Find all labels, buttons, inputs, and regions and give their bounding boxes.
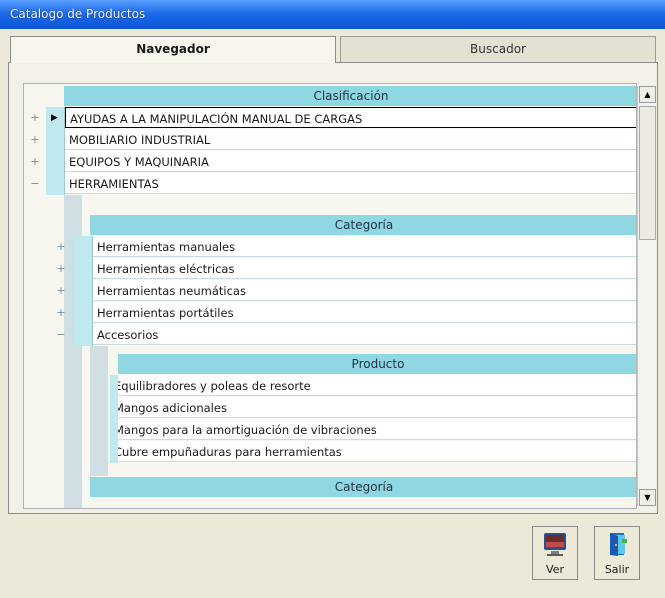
row-indicator <box>46 151 65 173</box>
level1-label: HERRAMIENTAS <box>65 173 636 194</box>
exit-door-icon <box>610 533 627 556</box>
vertical-scrollbar[interactable]: ▲ ▼ <box>637 86 656 506</box>
navigator-panel: Clasificación + ▶ AYUDAS A LA MANIPULACI… <box>8 62 658 514</box>
level2-label: Herramientas eléctricas <box>93 258 636 279</box>
row-indicator <box>74 324 93 346</box>
monitor-icon <box>544 533 566 556</box>
tab-buscador[interactable]: Buscador <box>340 36 656 62</box>
scroll-up-arrow-icon[interactable]: ▲ <box>639 86 656 103</box>
row-indicator <box>46 173 65 195</box>
level1-row[interactable]: + ▶ AYUDAS A LA MANIPULACIÓN MANUAL DE C… <box>24 107 636 129</box>
expand-icon[interactable]: + <box>54 302 68 324</box>
title-bar[interactable]: Catalogo de Productos <box>0 0 665 29</box>
level3-label: Equilibradores y poleas de resorte <box>110 375 636 396</box>
row-indicator <box>74 280 93 302</box>
expand-icon[interactable]: + <box>54 258 68 280</box>
expand-icon[interactable]: + <box>28 107 42 129</box>
catalog-window: Catalogo de Productos Navegador Buscador… <box>0 0 665 598</box>
level3-label: Mangos adicionales <box>110 397 636 418</box>
row-indicator <box>74 236 93 258</box>
expand-icon[interactable]: + <box>54 236 68 258</box>
level2-label: Herramientas manuales <box>93 236 636 257</box>
tab-strip: Navegador Buscador <box>10 36 656 63</box>
row-indicator <box>46 129 65 151</box>
exit-button[interactable]: Salir <box>594 526 640 580</box>
column-header-categoria[interactable]: Categoría <box>90 215 636 235</box>
scroll-down-arrow-icon[interactable]: ▼ <box>639 489 656 506</box>
level1-row[interactable]: − HERRAMIENTAS <box>24 173 636 195</box>
level1-row[interactable]: + EQUIPOS Y MAQUINARIA <box>24 151 636 173</box>
level2-row[interactable]: + Herramientas neumáticas <box>24 280 636 302</box>
level2-row[interactable]: + Herramientas manuales <box>24 236 636 258</box>
level1-label: AYUDAS A LA MANIPULACIÓN MANUAL DE CARGA… <box>65 107 636 128</box>
tab-navegador[interactable]: Navegador <box>10 36 336 63</box>
row-indicator <box>74 258 93 280</box>
level3-label: Mangos para la amortiguación de vibracio… <box>110 419 636 440</box>
hierarchical-grid: Clasificación + ▶ AYUDAS A LA MANIPULACI… <box>23 83 637 509</box>
level3-indicator-strip <box>110 375 118 463</box>
window-title: Catalogo de Productos <box>10 7 146 21</box>
level2-row[interactable]: + Herramientas portátiles <box>24 302 636 324</box>
scroll-thumb[interactable] <box>639 106 656 240</box>
level1-label: MOBILIARIO INDUSTRIAL <box>65 129 636 150</box>
level1-row[interactable]: + MOBILIARIO INDUSTRIAL <box>24 129 636 151</box>
expand-icon[interactable]: + <box>54 280 68 302</box>
view-button[interactable]: Ver <box>532 526 578 580</box>
level1-label: EQUIPOS Y MAQUINARIA <box>65 151 636 172</box>
level2-label: Herramientas portátiles <box>93 302 636 323</box>
expand-icon[interactable]: + <box>28 129 42 151</box>
row-indicator <box>74 302 93 324</box>
collapse-icon[interactable]: − <box>28 173 42 195</box>
expand-icon[interactable]: + <box>28 151 42 173</box>
column-header-categoria-next[interactable]: Categoría <box>90 477 636 497</box>
collapse-icon[interactable]: − <box>54 324 68 346</box>
level2-label: Herramientas neumáticas <box>93 280 636 301</box>
row-indicator: ▶ <box>46 107 65 129</box>
exit-button-label: Salir <box>604 563 630 576</box>
column-header-producto[interactable]: Producto <box>118 354 636 374</box>
current-row-arrow-icon: ▶ <box>51 113 58 123</box>
view-button-label: Ver <box>546 563 564 576</box>
column-header-clasificacion[interactable]: Clasificación <box>64 86 636 106</box>
level3-label: Cubre empuñaduras para herramientas <box>110 441 636 462</box>
level2-label: Accesorios <box>93 324 636 345</box>
level2-row[interactable]: − Accesorios <box>24 324 636 346</box>
level2-row[interactable]: + Herramientas eléctricas <box>24 258 636 280</box>
